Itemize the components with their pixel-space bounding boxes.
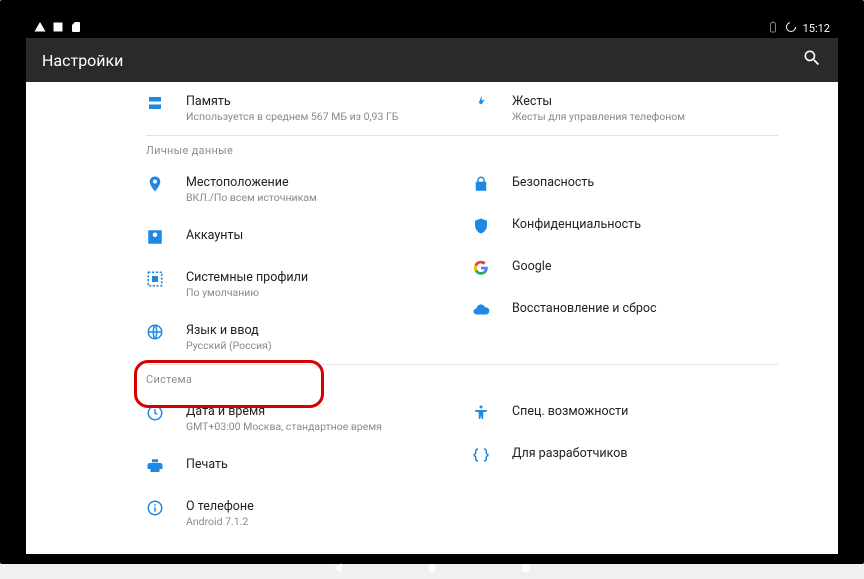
memory-icon: [146, 94, 186, 112]
lock-icon: [472, 175, 512, 193]
nav-home-button[interactable]: [425, 560, 439, 579]
nav-recent-button[interactable]: [519, 560, 533, 579]
item-title: Дата и время: [186, 404, 472, 419]
item-title: Спец. возможности: [512, 404, 798, 419]
accessibility-icon: [472, 404, 512, 422]
google-icon: [472, 259, 512, 277]
item-title: Google: [512, 259, 798, 274]
info-icon: [146, 499, 186, 517]
app-bar: Настройки: [26, 38, 838, 82]
account-icon: [146, 228, 186, 246]
item-title: Для разработчиков: [512, 446, 798, 461]
screen: 15:12 Настройки Память Используется в ср…: [26, 18, 838, 554]
item-title: Память: [186, 94, 472, 109]
navigation-bar: [26, 560, 838, 578]
settings-item-language[interactable]: Язык и вводРусский (Россия): [146, 311, 472, 364]
item-subtitle: Русский (Россия): [186, 339, 472, 352]
settings-item-security[interactable]: Безопасность: [472, 163, 798, 205]
braces-icon: [472, 446, 512, 464]
item-title: Печать: [186, 457, 472, 472]
item-title: Местоположение: [186, 175, 472, 190]
item-title: Аккаунты: [186, 228, 472, 243]
settings-item-storage[interactable]: Память Используется в среднем 567 МБ из …: [146, 82, 472, 135]
item-subtitle: Используется в среднем 567 МБ из 0,93 ГБ: [186, 110, 472, 123]
settings-item-datetime[interactable]: Дата и времяGMT+03:00 Москва, стандартно…: [146, 392, 472, 445]
settings-item-google[interactable]: Google: [472, 247, 798, 289]
item-title: Восстановление и сброс: [512, 301, 798, 316]
cloud-icon: [472, 301, 512, 319]
page-title: Настройки: [42, 51, 123, 70]
item-title: Конфиденциальность: [512, 217, 798, 232]
item-subtitle: Android 7.1.2: [186, 515, 472, 528]
device-frame: 15:12 Настройки Память Используется в ср…: [0, 0, 864, 564]
settings-item-profiles[interactable]: Системные профилиПо умолчанию: [146, 258, 472, 311]
search-icon: [802, 53, 822, 72]
item-subtitle: Жесты для управления телефоном: [512, 110, 798, 123]
item-title: Жесты: [512, 94, 798, 109]
item-subtitle: ВКЛ./По всем источникам: [186, 191, 472, 204]
shield-icon: [472, 217, 512, 235]
settings-item-backup[interactable]: Восстановление и сброс: [472, 289, 798, 331]
settings-item-developer[interactable]: Для разработчиков: [472, 434, 798, 476]
settings-item-location[interactable]: МестоположениеВКЛ./По всем источникам: [146, 163, 472, 216]
section-header-system: Система: [146, 365, 798, 392]
item-title: Безопасность: [512, 175, 798, 190]
item-subtitle: По умолчанию: [186, 286, 472, 299]
globe-icon: [146, 323, 186, 341]
nav-back-button[interactable]: [331, 560, 345, 579]
sdcard-icon: [70, 21, 82, 36]
loading-icon: [785, 21, 797, 36]
search-button[interactable]: [802, 48, 822, 72]
printer-icon: [146, 457, 186, 475]
settings-item-accessibility[interactable]: Спец. возможности: [472, 392, 798, 434]
section-header-personal: Личные данные: [146, 136, 798, 163]
profiles-icon: [146, 270, 186, 288]
item-title: Системные профили: [186, 270, 472, 285]
settings-item-gestures[interactable]: Жесты Жесты для управления телефоном: [472, 82, 798, 135]
status-time: 15:12: [803, 22, 830, 35]
item-subtitle: GMT+03:00 Москва, стандартное время: [186, 420, 472, 433]
warning-icon: [34, 21, 46, 36]
status-bar: 15:12: [26, 18, 838, 38]
picture-icon: [52, 21, 64, 36]
item-title: Язык и ввод: [186, 323, 472, 338]
settings-item-accounts[interactable]: Аккаунты: [146, 216, 472, 258]
battery-icon: [767, 21, 779, 36]
settings-item-about[interactable]: О телефонеAndroid 7.1.2: [146, 487, 472, 540]
clock-icon: [146, 404, 186, 422]
item-title: О телефоне: [186, 499, 472, 514]
settings-item-privacy[interactable]: Конфиденциальность: [472, 205, 798, 247]
location-icon: [146, 175, 186, 193]
settings-content: Память Используется в среднем 567 МБ из …: [26, 82, 838, 554]
gesture-icon: [472, 94, 512, 112]
settings-item-print[interactable]: Печать: [146, 445, 472, 487]
